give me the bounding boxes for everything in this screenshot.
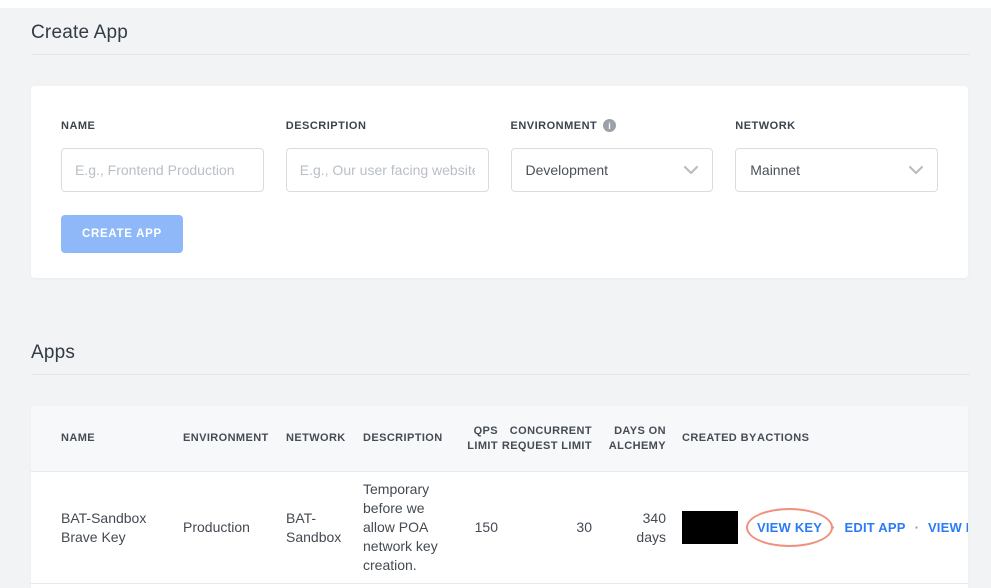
app-name-cell: BAT-Sandbox Brave Key [61, 509, 147, 545]
app-description-cell: Temporary before we allow POA network ke… [363, 481, 438, 573]
table-row: BAT-Sandbox Brave Key Production BAT-San… [31, 472, 968, 584]
app-network-cell: BAT-Sandbox [286, 509, 342, 545]
action-separator-dot: · [831, 520, 836, 535]
environment-label-row: ENVIRONMENT i [511, 119, 714, 132]
app-actions-cell: VIEW KEY · EDIT APP · VIEW DETAILS [746, 508, 968, 547]
network-field-group: NETWORK Mainnet [735, 119, 938, 192]
create-app-form: NAME DESCRIPTION ENVIRONMENT i Developme… [61, 119, 938, 192]
apps-table-card: NAME ENVIRONMENT NETWORK DESCRIPTION QPS… [31, 406, 968, 588]
app-days-on-alchemy-cell: 340 days [636, 509, 666, 545]
column-header-actions: ACTIONS [757, 432, 810, 444]
column-header-created-by: CREATED BY [682, 432, 757, 444]
section-divider [31, 54, 970, 55]
section-divider [31, 374, 970, 375]
chevron-down-icon [684, 166, 699, 174]
page-content: Create App NAME DESCRIPTION ENVIRONMENT … [0, 22, 991, 588]
name-input[interactable] [61, 148, 264, 192]
environment-label: ENVIRONMENT [510, 119, 598, 132]
app-concurrent-request-limit-cell: 30 [576, 519, 592, 535]
environment-select[interactable]: Development [510, 148, 714, 192]
action-separator-dot: · [914, 520, 919, 535]
network-selected-value: Mainnet [750, 162, 801, 178]
column-header-environment: ENVIRONMENT [183, 432, 269, 444]
column-header-qps-limit: QPS LIMIT [467, 424, 498, 452]
app-created-by-cell [666, 511, 757, 544]
column-header-concurrent-request-limit: CONCURRENT REQUEST LIMIT [501, 424, 592, 452]
top-strip [0, 0, 991, 8]
chevron-down-icon [909, 166, 923, 174]
create-app-section-title: Create App [31, 22, 129, 43]
create-app-card: NAME DESCRIPTION ENVIRONMENT i Developme… [31, 86, 968, 278]
app-environment-cell: Production [183, 519, 250, 535]
column-header-days-on-alchemy: DAYS ON ALCHEMY [608, 424, 666, 452]
description-input[interactable] [285, 148, 489, 192]
description-label: DESCRIPTION [285, 119, 367, 132]
network-select[interactable]: Mainnet [735, 148, 938, 192]
created-by-redaction-box [682, 511, 738, 544]
description-field-group: DESCRIPTION [285, 119, 489, 192]
apps-section-title: Apps [31, 342, 76, 363]
column-header-name: NAME [61, 432, 95, 444]
environment-selected-value: Development [525, 162, 609, 178]
environment-field-group: ENVIRONMENT i Development [510, 119, 714, 192]
name-field-group: NAME [61, 119, 264, 192]
column-header-network: NETWORK [286, 432, 346, 444]
apps-table-header: NAME ENVIRONMENT NETWORK DESCRIPTION QPS… [31, 406, 968, 472]
create-app-button[interactable]: CREATE APP [61, 215, 183, 253]
view-key-link[interactable]: VIEW KEY [757, 520, 822, 535]
view-details-link[interactable]: VIEW DETAILS [928, 520, 968, 535]
info-icon[interactable]: i [603, 119, 617, 132]
edit-app-link[interactable]: EDIT APP [845, 520, 906, 535]
view-key-highlight-wrap: VIEW KEY [746, 508, 834, 547]
app-qps-limit-cell: 150 [474, 519, 498, 535]
name-label: NAME [61, 119, 96, 132]
column-header-description: DESCRIPTION [363, 432, 443, 444]
network-label: NETWORK [735, 119, 796, 132]
